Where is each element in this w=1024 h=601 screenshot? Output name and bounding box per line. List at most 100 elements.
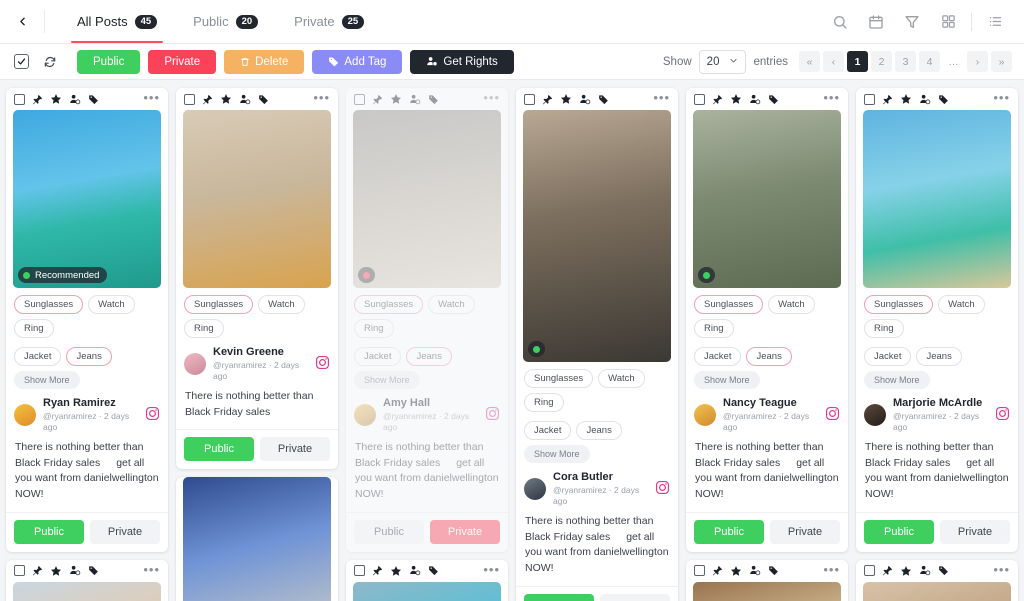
- list-view-icon[interactable]: [978, 5, 1012, 39]
- card-select-checkbox[interactable]: [524, 93, 535, 105]
- more-options-icon[interactable]: •••: [313, 91, 330, 107]
- tag-sunglasses[interactable]: Sunglasses: [184, 295, 254, 314]
- star-icon[interactable]: [220, 93, 232, 105]
- user-rights-icon[interactable]: [919, 94, 931, 105]
- user-rights-icon[interactable]: [409, 94, 421, 105]
- tag-icon[interactable]: [768, 565, 779, 576]
- more-options-icon[interactable]: •••: [653, 91, 670, 107]
- more-options-icon[interactable]: •••: [993, 91, 1010, 107]
- show-more-tags-button[interactable]: Show More: [694, 371, 760, 389]
- tag-watch[interactable]: Watch: [598, 369, 645, 388]
- tag-icon[interactable]: [428, 565, 439, 576]
- tag-jacket[interactable]: Jacket: [694, 347, 742, 366]
- user-rights-icon[interactable]: [749, 565, 761, 576]
- tag-icon[interactable]: [938, 94, 949, 105]
- pin-icon[interactable]: [32, 94, 43, 105]
- search-icon[interactable]: [823, 5, 857, 39]
- card-amy-hall[interactable]: ••• Sunglasses Watch Ring Jacket Jeans Show Mo…: [346, 88, 508, 552]
- tag-watch[interactable]: Watch: [428, 295, 475, 314]
- tab-all-posts[interactable]: All Posts 45: [59, 0, 175, 43]
- post-private-button[interactable]: Private: [430, 519, 500, 544]
- tag-watch[interactable]: Watch: [768, 295, 815, 314]
- card-select-checkbox[interactable]: [694, 565, 705, 577]
- pin-icon[interactable]: [202, 94, 213, 105]
- user-rights-icon[interactable]: [919, 565, 931, 576]
- pin-icon[interactable]: [712, 94, 723, 105]
- card-select-checkbox[interactable]: [694, 93, 705, 105]
- post-private-button[interactable]: Private: [90, 519, 160, 544]
- action-delete-button[interactable]: Delete: [224, 49, 305, 74]
- user-rights-icon[interactable]: [749, 94, 761, 105]
- tag-jeans[interactable]: Jeans: [406, 347, 452, 366]
- tag-jacket[interactable]: Jacket: [14, 347, 62, 366]
- star-icon[interactable]: [50, 565, 62, 577]
- card-select-checkbox[interactable]: [14, 93, 25, 105]
- card-steak-plate[interactable]: •••: [686, 559, 848, 601]
- tag-sunglasses[interactable]: Sunglasses: [524, 369, 594, 388]
- select-all-checkbox[interactable]: [14, 54, 29, 69]
- card-cora-butler[interactable]: ••• Sunglasses Watch Ring Jacket Jeans Show Mo…: [516, 88, 678, 601]
- tag-jacket[interactable]: Jacket: [524, 421, 572, 440]
- star-icon[interactable]: [900, 565, 912, 577]
- star-icon[interactable]: [50, 93, 62, 105]
- user-rights-icon[interactable]: [69, 94, 81, 105]
- instagram-icon[interactable]: [315, 355, 330, 373]
- tag-sunglasses[interactable]: Sunglasses: [14, 295, 84, 314]
- card-select-checkbox[interactable]: [354, 93, 365, 105]
- tag-icon[interactable]: [428, 94, 439, 105]
- page-2-button[interactable]: 2: [871, 51, 892, 72]
- tag-ring[interactable]: Ring: [14, 319, 54, 338]
- card-city-waterfront[interactable]: •••: [6, 559, 168, 601]
- card-pool-pink[interactable]: •••: [346, 559, 508, 601]
- tab-private[interactable]: Private 25: [276, 0, 382, 43]
- instagram-icon[interactable]: [825, 406, 840, 424]
- user-rights-icon[interactable]: [579, 94, 591, 105]
- action-private-button[interactable]: Private: [148, 49, 217, 74]
- tag-ring[interactable]: Ring: [864, 319, 904, 338]
- tag-icon[interactable]: [88, 94, 99, 105]
- card-ryan-ramirez[interactable]: ••• Recommended Sunglasses Watch Ring Jacket J…: [6, 88, 168, 552]
- instagram-icon[interactable]: [145, 406, 160, 424]
- tag-icon[interactable]: [598, 94, 609, 105]
- tag-jacket[interactable]: Jacket: [354, 347, 402, 366]
- tag-ring[interactable]: Ring: [524, 393, 564, 412]
- card-staircase[interactable]: •••: [856, 559, 1018, 601]
- tag-icon[interactable]: [88, 565, 99, 576]
- more-options-icon[interactable]: •••: [483, 563, 500, 579]
- grid-view-icon[interactable]: [931, 5, 965, 39]
- pin-icon[interactable]: [372, 94, 383, 105]
- tag-ring[interactable]: Ring: [184, 319, 224, 338]
- tag-icon[interactable]: [768, 94, 779, 105]
- entries-per-page-select[interactable]: 20: [698, 49, 747, 74]
- card-select-checkbox[interactable]: [354, 565, 365, 577]
- instagram-icon[interactable]: [655, 480, 670, 498]
- more-options-icon[interactable]: •••: [823, 91, 840, 107]
- tab-public[interactable]: Public 20: [175, 0, 276, 43]
- page-4-button[interactable]: 4: [919, 51, 940, 72]
- more-options-icon[interactable]: •••: [823, 563, 840, 579]
- tag-jeans[interactable]: Jeans: [916, 347, 962, 366]
- show-more-tags-button[interactable]: Show More: [524, 445, 590, 463]
- star-icon[interactable]: [390, 565, 402, 577]
- user-rights-icon[interactable]: [409, 565, 421, 576]
- page-nav-button[interactable]: ‹: [823, 51, 844, 72]
- post-private-button[interactable]: Private: [770, 519, 840, 544]
- card-marjorie-mcardle[interactable]: ••• Sunglasses Watch Ring Jacket Jeans Show Mo…: [856, 88, 1018, 552]
- pin-icon[interactable]: [542, 94, 553, 105]
- star-icon[interactable]: [730, 93, 742, 105]
- post-public-button[interactable]: Public: [524, 593, 594, 601]
- tag-jeans[interactable]: Jeans: [576, 421, 622, 440]
- post-public-button[interactable]: Public: [14, 519, 84, 544]
- card-select-checkbox[interactable]: [864, 93, 875, 105]
- tag-ring[interactable]: Ring: [694, 319, 734, 338]
- action-public-button[interactable]: Public: [77, 49, 141, 74]
- tag-icon[interactable]: [938, 565, 949, 576]
- instagram-icon[interactable]: [485, 406, 500, 424]
- show-more-tags-button[interactable]: Show More: [864, 371, 930, 389]
- page-nav-button[interactable]: »: [991, 51, 1012, 72]
- post-public-button[interactable]: Public: [864, 519, 934, 544]
- pin-icon[interactable]: [882, 94, 893, 105]
- tag-jeans[interactable]: Jeans: [746, 347, 792, 366]
- calendar-icon[interactable]: [859, 5, 893, 39]
- filter-icon[interactable]: [895, 5, 929, 39]
